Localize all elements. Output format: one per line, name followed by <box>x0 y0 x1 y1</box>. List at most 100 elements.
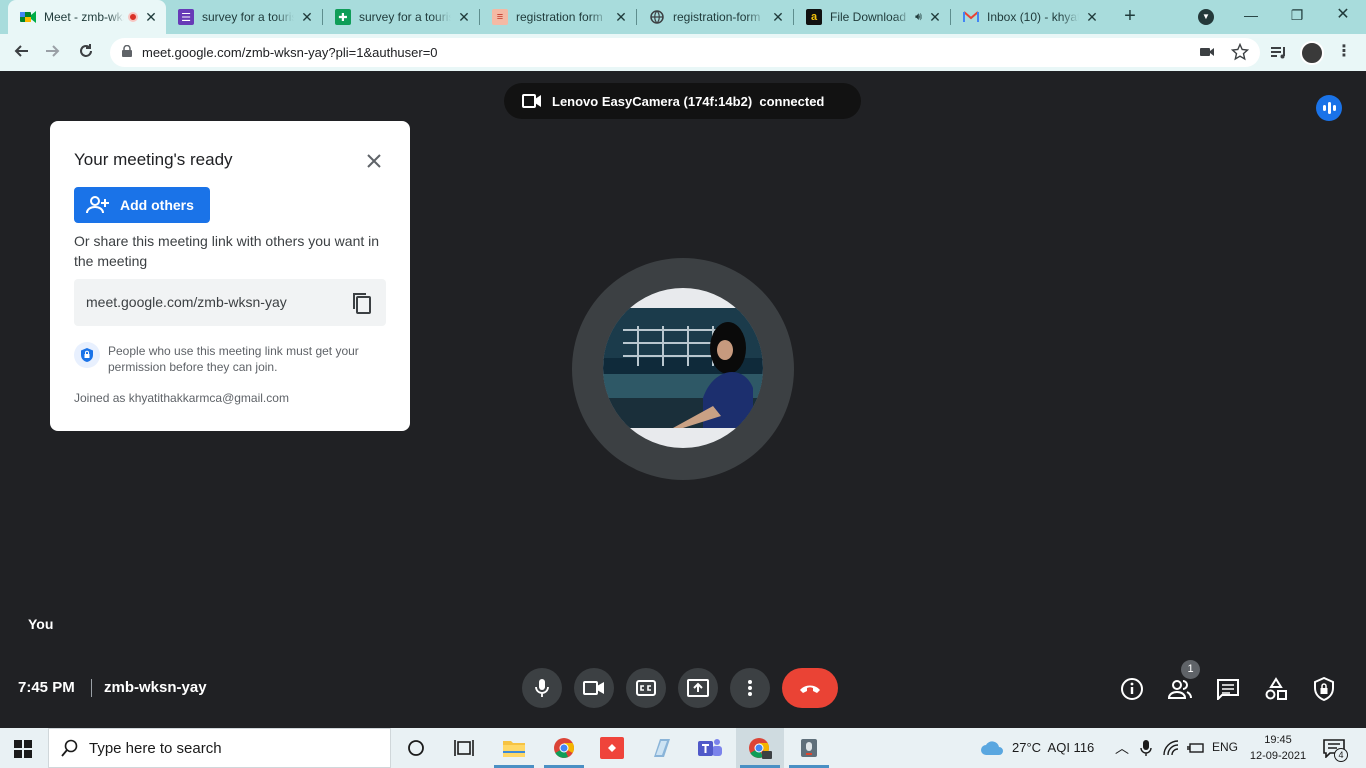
reload-button[interactable] <box>73 40 99 66</box>
battery-icon[interactable] <box>1186 741 1204 755</box>
lock-icon[interactable] <box>122 45 132 57</box>
restore-button[interactable]: ❐ <box>1274 0 1320 34</box>
participants-button[interactable] <box>1167 676 1193 702</box>
close-tab-icon[interactable]: ✕ <box>614 9 628 26</box>
tab-registration-form[interactable]: ≡ registration form ✕ <box>480 0 636 34</box>
minimize-button[interactable]: — <box>1228 0 1274 34</box>
folder-icon <box>503 741 525 757</box>
clock-time: 19:45 <box>1264 734 1292 746</box>
self-name-label: You <box>28 616 54 632</box>
activities-icon <box>1265 677 1287 700</box>
meeting-details-button[interactable] <box>1119 676 1145 702</box>
windows-start-icon[interactable] <box>14 740 32 758</box>
copy-icon[interactable] <box>350 291 374 315</box>
tab-survey-forms[interactable]: ☰ survey for a tourism ✕ <box>166 0 322 34</box>
host-controls-button[interactable] <box>1311 676 1337 702</box>
new-tab-button[interactable]: + <box>1118 4 1142 28</box>
tab-registration-form-2[interactable]: registration-form ✕ <box>637 0 793 34</box>
language-indicator[interactable]: ENG <box>1212 740 1238 754</box>
url-text: meet.google.com/zmb-wksn-yay?pli=1&authu… <box>142 45 438 60</box>
more-options-button[interactable] <box>730 668 770 708</box>
address-bar[interactable]: meet.google.com/zmb-wksn-yay?pli=1&authu… <box>110 38 1260 67</box>
google-meet-icon <box>20 9 36 25</box>
add-person-icon <box>86 196 109 214</box>
voice-recorder-taskbar-button[interactable] <box>785 728 833 768</box>
chat-button[interactable] <box>1215 676 1241 702</box>
microphone-tray-icon[interactable] <box>1140 740 1152 756</box>
people-icon <box>1167 680 1192 699</box>
tab-title: registration-form <box>673 10 761 24</box>
anydesk-taskbar-button[interactable] <box>588 728 636 768</box>
closed-captions-icon <box>636 680 656 696</box>
joined-as-text: Joined as khyatithakkarmca@gmail.com <box>74 391 289 405</box>
teams-taskbar-button[interactable] <box>686 728 734 768</box>
close-tab-icon[interactable]: ✕ <box>144 9 158 26</box>
back-button[interactable] <box>8 40 34 66</box>
wifi-icon[interactable] <box>1163 740 1179 756</box>
chrome-taskbar-button[interactable] <box>540 728 588 768</box>
media-control-icon[interactable] <box>1269 43 1289 63</box>
microphone-button[interactable] <box>522 668 562 708</box>
bar-divider <box>91 679 92 697</box>
speaking-indicator-icon <box>1316 95 1342 121</box>
tab-meet[interactable]: Meet - zmb-wksn-yay ✕ <box>8 0 166 34</box>
self-avatar <box>603 288 763 448</box>
close-tab-icon[interactable]: ✕ <box>771 9 785 26</box>
close-tab-icon[interactable]: ✕ <box>928 9 942 26</box>
dialog-title: Your meeting's ready <box>74 150 233 169</box>
close-tab-icon[interactable]: ✕ <box>457 9 471 26</box>
close-window-button[interactable]: ✕ <box>1320 0 1366 34</box>
app-taskbar-button[interactable] <box>637 728 685 768</box>
tab-title: survey for a tourism <box>359 10 451 24</box>
profile-avatar[interactable] <box>1300 41 1324 65</box>
cortana-button[interactable] <box>392 728 440 768</box>
weather-cloud-icon[interactable] <box>980 739 1004 757</box>
present-screen-icon <box>687 679 709 697</box>
captions-button[interactable] <box>626 668 666 708</box>
audio-playing-icon[interactable]: 🔊︎ <box>915 11 922 24</box>
meeting-ready-dialog: Your meeting's ready Add others Or share… <box>50 121 410 431</box>
weather-text[interactable]: 27°C AQI 116 <box>1012 740 1094 755</box>
more-vert-icon <box>748 680 752 696</box>
chrome-meet-taskbar-button[interactable] <box>736 728 784 768</box>
bookmark-star-icon[interactable] <box>1231 43 1249 61</box>
camera-in-use-icon[interactable] <box>1198 43 1216 61</box>
present-screen-button[interactable] <box>678 668 718 708</box>
tab-search-icon[interactable]: ▼ <box>1198 9 1214 25</box>
browser-toolbar: meet.google.com/zmb-wksn-yay?pli=1&authu… <box>0 34 1366 71</box>
chrome-icon <box>554 738 575 758</box>
camera-button[interactable] <box>574 668 614 708</box>
add-others-button[interactable]: Add others <box>74 187 210 223</box>
tab-title: File Download <box>830 10 907 24</box>
security-shield-icon <box>74 342 100 368</box>
task-view-button[interactable] <box>440 728 488 768</box>
forward-button[interactable] <box>40 40 66 66</box>
globe-icon <box>649 9 665 25</box>
activities-button[interactable] <box>1263 676 1289 702</box>
close-tab-icon[interactable]: ✕ <box>1085 9 1099 26</box>
tab-title: Inbox (10) - khyati <box>987 10 1079 24</box>
tab-file-download[interactable]: a File Download 🔊︎ ✕ <box>794 0 950 34</box>
add-others-label: Add others <box>120 197 194 213</box>
meeting-link-text: meet.google.com/zmb-wksn-yay <box>86 294 287 310</box>
leave-call-button[interactable] <box>782 668 838 708</box>
close-dialog-icon[interactable] <box>364 151 384 171</box>
browser-menu-icon[interactable]: ⋮ <box>1336 42 1352 62</box>
share-instructions: Or share this meeting link with others y… <box>74 233 380 269</box>
file-download-site-icon: a <box>806 9 822 25</box>
close-tab-icon[interactable]: ✕ <box>300 9 314 26</box>
show-hidden-icons-icon[interactable]: ︿ <box>1115 738 1129 758</box>
meeting-time: 7:45 PM <box>18 679 75 696</box>
file-explorer-taskbar-button[interactable] <box>490 728 538 768</box>
taskbar-search-box[interactable]: Type here to search <box>48 728 391 768</box>
tab-gmail-inbox[interactable]: Inbox (10) - khyati ✕ <box>951 0 1107 34</box>
generic-app-icon <box>654 739 670 757</box>
tab-title: survey for a tourism <box>202 10 294 24</box>
taskbar-search-placeholder: Type here to search <box>89 739 222 757</box>
camera-pill-text: Lenovo EasyCamera (174f:14b2) connected <box>552 93 825 109</box>
tab-survey-sheets[interactable]: ✚ survey for a tourism ✕ <box>323 0 479 34</box>
host-controls-shield-icon <box>1314 677 1334 701</box>
video-camera-icon <box>583 681 604 695</box>
camera-connected-notice: Lenovo EasyCamera (174f:14b2) connected <box>504 83 861 119</box>
taskbar-clock[interactable]: 19:45 12-09-2021 <box>1248 732 1308 764</box>
